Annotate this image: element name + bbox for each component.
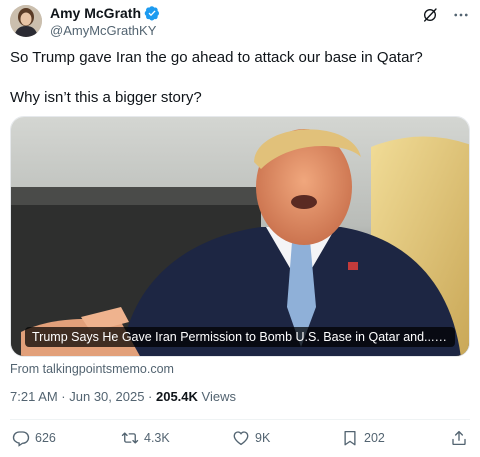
share-button[interactable]: [450, 429, 473, 447]
action-bar: 626 4.3K 9K 202: [12, 429, 470, 449]
more-icon[interactable]: [452, 6, 470, 24]
avatar[interactable]: [10, 5, 42, 37]
link-card-photo: [11, 117, 469, 356]
grok-icon[interactable]: [422, 7, 438, 23]
link-card-title[interactable]: Trump Says He Gave Iran Permission to Bo…: [25, 327, 455, 347]
author-handle[interactable]: @AmyMcGrathKY: [50, 23, 156, 38]
tweet-meta: 7:21 AM · Jun 30, 2025 · 205.4K Views: [10, 389, 236, 404]
author-name[interactable]: Amy McGrath: [50, 5, 141, 21]
bookmark-count: 202: [364, 431, 385, 445]
tweet-text: So Trump gave Iran the go ahead to attac…: [10, 48, 470, 108]
bookmark-button[interactable]: 202: [341, 429, 385, 447]
tweet-text-line: So Trump gave Iran the go ahead to attac…: [10, 49, 423, 66]
repost-count: 4.3K: [144, 431, 170, 445]
like-button[interactable]: 9K: [232, 429, 270, 447]
share-icon: [452, 430, 466, 446]
bookmark-icon: [344, 430, 356, 446]
views-label: Views: [197, 389, 236, 404]
tweet-text-line: Why isn’t this a bigger story?: [10, 89, 202, 106]
link-source[interactable]: From talkingpointsmemo.com: [10, 362, 174, 376]
repost-icon: [121, 432, 139, 444]
author-name-row[interactable]: Amy McGrath: [50, 5, 160, 21]
reply-button[interactable]: 626: [12, 429, 56, 447]
reply-count: 626: [35, 431, 56, 445]
views-count[interactable]: 205.4K: [156, 389, 198, 404]
tweet-header: Amy McGrath @AmyMcGrathKY: [10, 2, 472, 42]
timestamp[interactable]: 7:21 AM · Jun 30, 2025 ·: [10, 389, 156, 404]
link-card-image[interactable]: Trump Says He Gave Iran Permission to Bo…: [10, 116, 470, 357]
repost-button[interactable]: 4.3K: [121, 429, 170, 447]
reply-icon: [12, 431, 30, 447]
like-icon: [233, 431, 249, 446]
avatar-image: [10, 5, 42, 37]
like-count: 9K: [255, 431, 271, 445]
verified-badge-icon: [144, 6, 160, 21]
divider: [10, 419, 470, 420]
